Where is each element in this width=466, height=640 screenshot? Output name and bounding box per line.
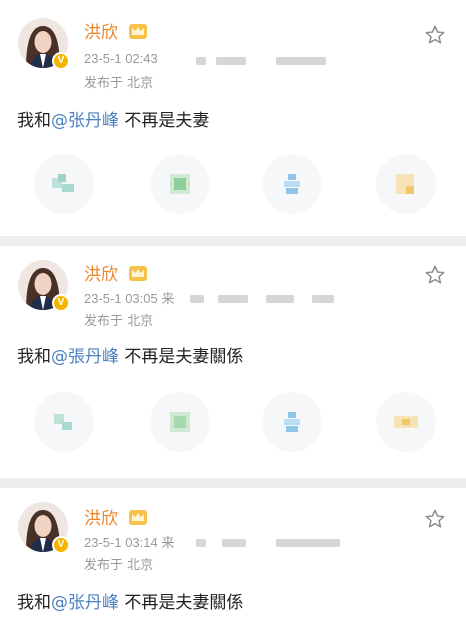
crown-icon (129, 266, 147, 281)
blurred-text (276, 539, 340, 547)
blurred-text (190, 295, 204, 303)
post-divider (0, 236, 466, 246)
post-content: 我和@张丹峰 不再是夫妻 (17, 106, 209, 131)
post-divider (0, 478, 466, 488)
avatar[interactable]: V (18, 18, 70, 70)
action-icon-1 (54, 414, 72, 430)
blurred-text (222, 539, 246, 547)
post-location: 发布于 北京 (84, 314, 154, 329)
blurred-text (276, 57, 326, 65)
mention-link[interactable]: @張丹峰 (51, 347, 119, 367)
content-suffix: 不再是夫妻關係 (119, 347, 244, 367)
action-icon-3 (284, 174, 300, 194)
action-icon-4 (396, 174, 414, 194)
post-card[interactable]: V 洪欣 23-5-1 03:14 来 发布于 北京 我和@张丹峰 不再是夫妻關… (0, 488, 466, 640)
action-icon-2 (170, 174, 190, 194)
content-suffix: 不再是夫妻 (119, 111, 210, 131)
verified-badge-icon: V (52, 536, 70, 554)
blurred-text (218, 295, 248, 303)
action-icon-1 (52, 174, 74, 192)
verified-badge-icon: V (52, 294, 70, 312)
post-time: 23-5-1 03:05 来 (84, 288, 174, 307)
action-icon-4 (394, 416, 418, 428)
action-button-2[interactable] (150, 392, 210, 452)
blurred-text (266, 295, 294, 303)
weibo-feed: V 洪欣 23-5-1 02:43 发布于 北京 我和@张丹峰 不再是夫妻 V … (0, 0, 466, 640)
post-location: 发布于 北京 (84, 76, 154, 91)
crown-icon (129, 24, 147, 39)
action-icon-3 (284, 412, 300, 432)
post-card[interactable]: V 洪欣 23-5-1 02:43 发布于 北京 我和@张丹峰 不再是夫妻 (0, 0, 466, 236)
action-button-1[interactable] (34, 154, 94, 214)
username[interactable]: 洪欣 (84, 260, 118, 285)
content-prefix: 我和 (17, 593, 51, 613)
username[interactable]: 洪欣 (84, 504, 118, 529)
post-location: 发布于 北京 (84, 558, 154, 573)
post-time-value: 23-5-1 03:05 (84, 291, 158, 306)
favorite-star-icon[interactable] (424, 24, 446, 46)
action-bar (0, 154, 466, 214)
content-prefix: 我和 (17, 111, 51, 131)
username[interactable]: 洪欣 (84, 18, 118, 43)
post-content: 我和@张丹峰 不再是夫妻關係 (17, 588, 243, 613)
action-button-4[interactable] (376, 154, 436, 214)
blurred-text (196, 539, 206, 547)
action-button-2[interactable] (150, 154, 210, 214)
post-time-value: 23-5-1 03:14 (84, 535, 158, 550)
avatar[interactable]: V (18, 502, 70, 554)
favorite-star-icon[interactable] (424, 264, 446, 286)
content-prefix: 我和 (17, 347, 51, 367)
action-icon-2 (170, 412, 190, 432)
crown-icon (129, 510, 147, 525)
action-button-4[interactable] (376, 392, 436, 452)
mention-link[interactable]: @张丹峰 (51, 593, 119, 613)
favorite-star-icon[interactable] (424, 508, 446, 530)
post-source-prefix: 来 (161, 291, 175, 306)
post-content: 我和@張丹峰 不再是夫妻關係 (17, 342, 243, 367)
content-suffix: 不再是夫妻關係 (119, 593, 244, 613)
mention-link[interactable]: @张丹峰 (51, 111, 119, 131)
post-card[interactable]: V 洪欣 23-5-1 03:05 来 发布于 北京 我和@張丹峰 不再是夫妻關… (0, 246, 466, 478)
post-source-prefix: 来 (161, 535, 175, 550)
action-bar (0, 392, 466, 452)
action-button-3[interactable] (262, 154, 322, 214)
verified-badge-icon: V (52, 52, 70, 70)
blurred-text (312, 295, 334, 303)
blurred-text (216, 57, 246, 65)
action-button-3[interactable] (262, 392, 322, 452)
avatar[interactable]: V (18, 260, 70, 312)
blurred-text (196, 57, 206, 65)
action-button-1[interactable] (34, 392, 94, 452)
post-time: 23-5-1 03:14 来 (84, 532, 174, 551)
post-time: 23-5-1 02:43 (84, 51, 158, 66)
